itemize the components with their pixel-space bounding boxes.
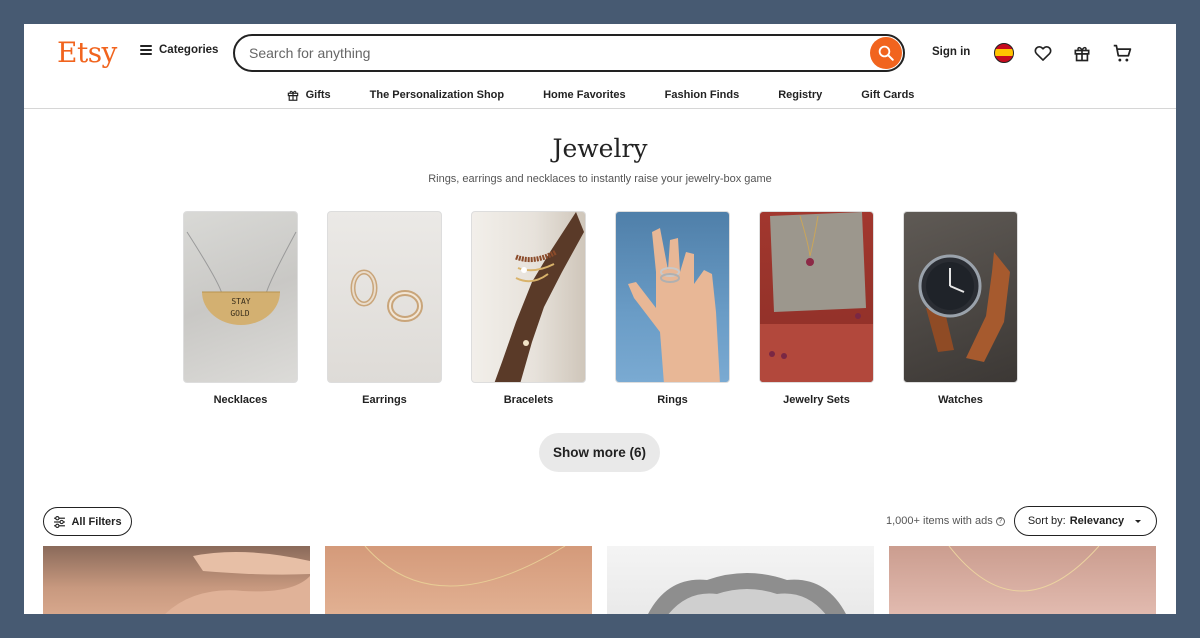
product-card[interactable] bbox=[43, 546, 310, 614]
sort-prefix: Sort by: bbox=[1027, 515, 1066, 527]
results-text: 1,000+ items with ads bbox=[886, 515, 993, 527]
all-filters-button[interactable]: All Filters bbox=[43, 507, 132, 536]
cart-button[interactable] bbox=[1111, 42, 1133, 64]
search-icon bbox=[878, 45, 894, 61]
heart-icon bbox=[1034, 46, 1052, 61]
category-bracelets[interactable]: Bracelets bbox=[471, 211, 586, 406]
search-input[interactable] bbox=[235, 36, 870, 70]
rings-image bbox=[615, 211, 730, 383]
sub-navigation: Gifts The Personalization Shop Home Favo… bbox=[24, 82, 1176, 108]
gift-icon bbox=[1074, 46, 1090, 62]
category-label: Bracelets bbox=[503, 394, 554, 406]
cart-icon bbox=[1113, 44, 1131, 61]
caret-down-icon bbox=[1135, 520, 1142, 523]
category-earrings[interactable]: Earrings bbox=[327, 211, 442, 406]
browser-page: Etsy Categories Sign in Gifts The Person… bbox=[24, 24, 1176, 614]
category-watches[interactable]: Watches bbox=[903, 211, 1018, 406]
subnav-registry[interactable]: Registry bbox=[778, 82, 822, 108]
language-region-button[interactable] bbox=[993, 42, 1015, 64]
sort-dropdown[interactable]: Sort by: Relevancy bbox=[1014, 506, 1157, 536]
necklace-image: STAY GOLD bbox=[183, 211, 298, 383]
sign-in-link[interactable]: Sign in bbox=[932, 46, 970, 58]
ads-info-icon[interactable]: ? bbox=[995, 516, 1005, 526]
pendant-text-stay: STAY bbox=[231, 297, 250, 306]
filter-sliders-icon bbox=[54, 515, 66, 528]
bracelets-image bbox=[471, 211, 586, 383]
category-label: Jewelry Sets bbox=[783, 394, 850, 406]
search-button[interactable] bbox=[870, 37, 902, 69]
all-filters-label: All Filters bbox=[71, 515, 122, 528]
subnav-home-favorites[interactable]: Home Favorites bbox=[543, 82, 626, 108]
product-card[interactable] bbox=[607, 546, 874, 614]
subnav-gift-cards[interactable]: Gift Cards bbox=[861, 82, 914, 108]
search-bar bbox=[233, 34, 905, 72]
header-divider bbox=[24, 108, 1176, 109]
watches-image bbox=[903, 211, 1018, 383]
gift-icon bbox=[287, 90, 298, 101]
spain-flag-icon bbox=[994, 43, 1014, 63]
categories-button[interactable]: Categories bbox=[140, 44, 218, 56]
product-card[interactable] bbox=[889, 546, 1156, 614]
category-jewelry-sets[interactable]: Jewelry Sets bbox=[759, 211, 874, 406]
category-necklaces[interactable]: STAY GOLD Necklaces bbox=[183, 211, 298, 406]
category-label: Earrings bbox=[362, 394, 407, 406]
etsy-logo[interactable]: Etsy bbox=[57, 36, 117, 69]
category-carousel: STAY GOLD Necklaces Earrings Bracelets R… bbox=[183, 211, 1018, 406]
category-label: Necklaces bbox=[213, 394, 268, 406]
page-title: Jewelry bbox=[552, 134, 648, 163]
show-more-button[interactable]: Show more (6) bbox=[539, 433, 660, 472]
results-count: 1,000+ items with ads ? bbox=[886, 515, 1005, 527]
subnav-gifts[interactable]: Gifts bbox=[286, 82, 331, 108]
category-rings[interactable]: Rings bbox=[615, 211, 730, 406]
earrings-image bbox=[327, 211, 442, 383]
categories-label: Categories bbox=[159, 44, 219, 56]
gift-mode-button[interactable] bbox=[1071, 42, 1093, 64]
category-label: Watches bbox=[938, 394, 983, 406]
jewelry-sets-image bbox=[759, 211, 874, 383]
category-label: Rings bbox=[657, 394, 688, 406]
sort-value: Relevancy bbox=[1069, 515, 1125, 527]
menu-icon bbox=[140, 45, 152, 55]
page-subtitle: Rings, earrings and necklaces to instant… bbox=[428, 173, 772, 185]
product-card[interactable] bbox=[325, 546, 592, 614]
pendant-text-gold: GOLD bbox=[230, 309, 249, 318]
subnav-fashion-finds[interactable]: Fashion Finds bbox=[665, 82, 740, 108]
favorites-button[interactable] bbox=[1032, 42, 1054, 64]
subnav-personalization-shop[interactable]: The Personalization Shop bbox=[370, 82, 504, 108]
subnav-label: Gifts bbox=[305, 89, 331, 101]
